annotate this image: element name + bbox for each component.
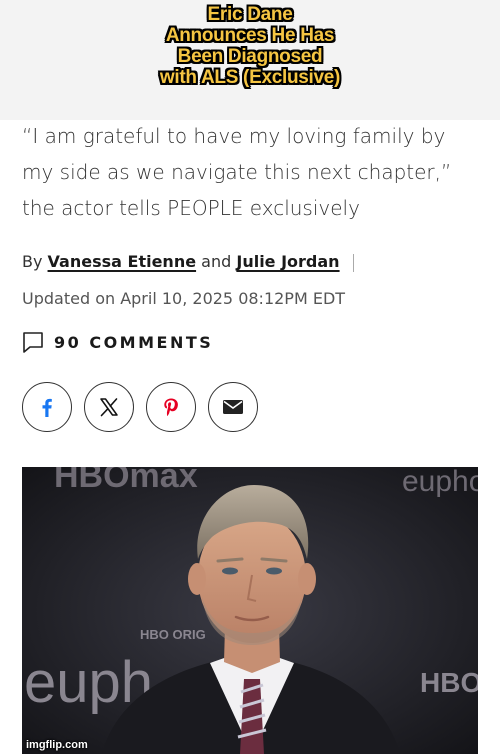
- share-facebook-button[interactable]: [22, 382, 72, 432]
- facebook-icon: [42, 398, 52, 417]
- comments-button[interactable]: 90 COMMENTS: [22, 331, 213, 353]
- byline: By Vanessa Etienne and Julie Jordan: [22, 252, 354, 272]
- email-icon: [223, 400, 243, 414]
- updated-timestamp: Updated on April 10, 2025 08:12PM EDT: [22, 289, 346, 308]
- meme-title-line: with ALS (Exclusive): [159, 67, 341, 88]
- share-email-button[interactable]: [208, 382, 258, 432]
- article-subtitle: “I am grateful to have my loving family …: [22, 124, 452, 220]
- backdrop-logo-mid: HBO ORIG: [140, 627, 206, 642]
- photo-illustration: HBOmax eupho HBO ORIG euph HBO: [22, 467, 478, 754]
- share-pinterest-button[interactable]: [146, 382, 196, 432]
- byline-divider: [352, 253, 354, 272]
- byline-joiner: and: [201, 252, 232, 271]
- comment-icon: [23, 332, 43, 353]
- byline-prefix: By: [22, 252, 43, 271]
- author-link-1[interactable]: Vanessa Etienne: [48, 252, 197, 271]
- imgflip-watermark: imgflip.com: [26, 739, 88, 751]
- meme-title-line: Been Diagnosed: [177, 46, 323, 67]
- pinterest-icon: [164, 398, 178, 417]
- meme-title-line: Eric Dane: [207, 4, 293, 25]
- x-icon: [100, 398, 118, 417]
- backdrop-logo-bottom-right: HBO: [420, 667, 478, 698]
- article-hero-photo: HBOmax eupho HBO ORIG euph HBO imgflip.c…: [22, 467, 478, 754]
- backdrop-logo-top-right: eupho: [402, 467, 478, 498]
- comments-count-label: 90 COMMENTS: [54, 332, 214, 352]
- meme-title-line: Announces He Has: [165, 25, 335, 46]
- share-x-button[interactable]: [84, 382, 134, 432]
- backdrop-logo-top: HBOmax: [54, 467, 198, 495]
- share-buttons: [22, 382, 258, 432]
- meme-title: Eric Dane Announces He Has Been Diagnose…: [0, 4, 500, 88]
- author-link-2[interactable]: Julie Jordan: [236, 252, 339, 271]
